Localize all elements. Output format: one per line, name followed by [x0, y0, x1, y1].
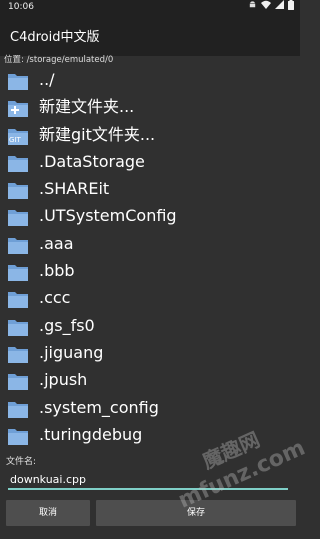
folder-icon [7, 399, 29, 419]
list-item[interactable]: GIT 新建git文件夹... [0, 122, 300, 149]
file-name: 新建git文件夹... [39, 124, 156, 144]
page-title: C4droid中文版 [10, 30, 100, 45]
cancel-button[interactable]: 取消 [6, 500, 90, 526]
app-bar: C4droid中文版 [0, 14, 300, 56]
file-name: 新建文件夹... [39, 97, 135, 117]
file-name: .bbb [39, 261, 75, 281]
list-item[interactable]: .DataStorage [0, 149, 300, 176]
svg-text:GIT: GIT [9, 136, 21, 144]
list-item[interactable]: .jpush [0, 367, 300, 394]
folder-icon [7, 371, 29, 391]
list-item[interactable]: .system_config [0, 395, 300, 422]
folder-icon [7, 344, 29, 364]
file-list: ../ 新建文件夹... GIT 新建git文件夹... .DataStorage .SH… [0, 67, 300, 445]
folder-icon [7, 317, 29, 337]
list-item[interactable]: ../ [0, 67, 300, 94]
list-item[interactable]: .turingdebug [0, 422, 300, 445]
list-item[interactable]: 新建文件夹... [0, 94, 300, 121]
android-icon [248, 0, 257, 14]
folder-icon [7, 180, 29, 200]
save-button[interactable]: 保存 [96, 500, 296, 526]
battery-icon [288, 0, 294, 15]
folder-icon [7, 207, 29, 227]
file-name: .ccc [39, 288, 71, 308]
status-bar: 10:06 [0, 0, 300, 14]
new-folder-icon [7, 98, 29, 118]
folder-icon [7, 289, 29, 309]
git-folder-icon: GIT [7, 126, 29, 146]
file-name: .turingdebug [39, 424, 143, 444]
status-time: 10:06 [8, 2, 34, 12]
filename-input[interactable] [8, 470, 288, 490]
file-name: .aaa [39, 233, 74, 253]
file-name: ../ [39, 70, 55, 89]
filename-label: 文件名: [6, 457, 37, 467]
list-item[interactable]: .ccc [0, 285, 300, 312]
folder-icon [7, 426, 29, 445]
file-name: .system_config [39, 397, 159, 417]
list-item[interactable]: .UTSystemConfig [0, 203, 300, 230]
folder-icon [7, 71, 29, 91]
file-name: .gs_fs0 [39, 315, 95, 335]
file-name: .UTSystemConfig [39, 206, 177, 226]
file-name: .jpush [39, 370, 88, 390]
folder-icon [7, 235, 29, 255]
list-item[interactable]: .gs_fs0 [0, 313, 300, 340]
folder-icon [7, 153, 29, 173]
folder-icon [7, 262, 29, 282]
file-name: .jiguang [39, 342, 104, 362]
file-name: .SHAREit [39, 179, 110, 199]
status-icons [248, 0, 294, 15]
current-path: 位置: /storage/emulated/0 [4, 55, 114, 65]
list-item[interactable]: .aaa [0, 231, 300, 258]
list-item[interactable]: .bbb [0, 258, 300, 285]
signal-icon [275, 0, 284, 14]
file-name: .DataStorage [39, 151, 145, 171]
wifi-icon [261, 0, 271, 14]
list-item[interactable]: .jiguang [0, 340, 300, 367]
list-item[interactable]: .SHAREit [0, 176, 300, 203]
